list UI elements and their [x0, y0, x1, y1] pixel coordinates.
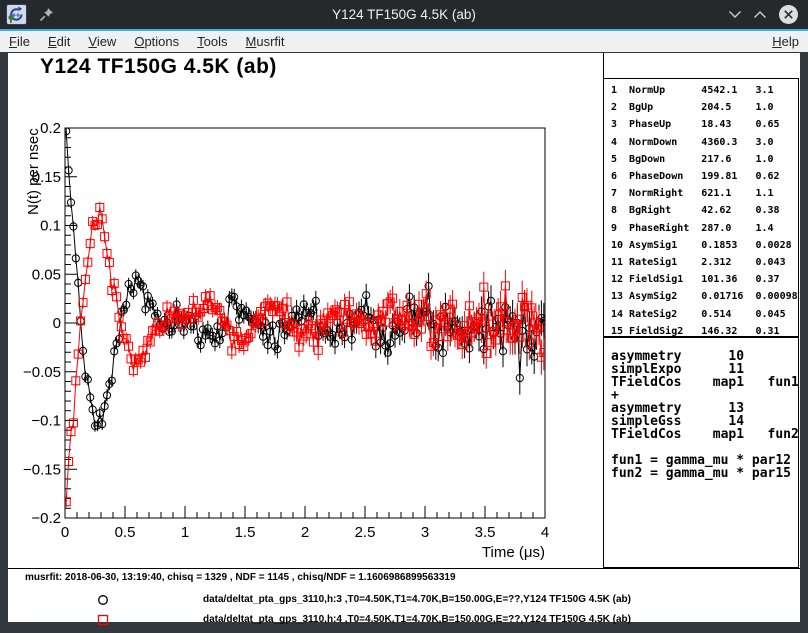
param-row: 5 BgDown 217.6 1.0	[611, 151, 798, 168]
menu-item-options[interactable]: Options	[125, 33, 188, 50]
y-tick-label: 0.1	[40, 218, 61, 235]
x-tick-label: 0	[61, 524, 69, 541]
param-row: 2 BgUp 204.5 1.0	[611, 99, 798, 116]
x-tick-label: 2.5	[355, 524, 376, 541]
legend-marker-square	[95, 612, 111, 628]
x-tick-label: 3.5	[475, 524, 496, 541]
param-row: 12 FieldSig1 101.36 0.37	[611, 271, 798, 288]
param-row: 11 RateSig1 2.312 0.043	[611, 254, 798, 271]
maximize-icon[interactable]	[753, 10, 767, 19]
plot-area: 00.511.522.533.540.20.150.10.050−0.05−0.…	[8, 53, 603, 568]
menu-item-file[interactable]: File	[0, 33, 39, 50]
fit-parameter-table: 1 NormUp 4542.1 3.12 BgUp 204.5 1.03 Pha…	[603, 78, 799, 337]
theory-line: TFieldCos map1 fun2	[611, 428, 798, 441]
x-tick-label: 4	[541, 524, 549, 541]
param-row: 7 NormRight 621.1 1.1	[611, 185, 798, 202]
menu-item-edit[interactable]: Edit	[39, 33, 79, 50]
x-tick-label: 1	[181, 524, 189, 541]
param-row: 4 NormDown 4360.3 3.0	[611, 134, 798, 151]
legend-item: data/deltat_pta_gps_3110,h:4 ,T0=4.50K,T…	[8, 612, 800, 628]
theory-line: fun2 = gamma_mu * par15	[611, 467, 798, 480]
legend-marker-circle	[95, 592, 111, 608]
pin-icon[interactable]	[39, 7, 54, 22]
x-tick-label: 0.5	[115, 524, 136, 541]
param-row: 8 BgRight 42.62 0.38	[611, 202, 798, 219]
x-tick-label: 2	[301, 524, 309, 541]
application-window: ++ Y124 TF150G 4.5K (ab) FileEditViewOpt…	[0, 0, 808, 633]
data-series-h4	[62, 202, 548, 508]
param-row: 10 AsymSig1 0.1853 0.0028	[611, 237, 798, 254]
y-tick-label: 0.2	[40, 120, 61, 137]
window-frame: Y124 TF150G 4.5K (ab) 00.511.522.533.540…	[0, 52, 808, 633]
x-axis-label: Time (μs)	[482, 544, 545, 561]
y-tick-label: −0.2	[31, 510, 61, 527]
param-row: 13 AsymSig2 0.01716 0.00098	[611, 288, 798, 305]
y-tick-label: −0.1	[31, 413, 61, 430]
minimize-icon[interactable]	[728, 10, 742, 19]
y-tick-label: 0	[53, 315, 61, 332]
data-series-h3	[63, 126, 548, 432]
titlebar[interactable]: ++ Y124 TF150G 4.5K (ab)	[0, 0, 808, 29]
status-pad-divider	[8, 568, 800, 569]
param-row: 14 RateSig2 0.514 0.045	[611, 306, 798, 323]
x-tick-label: 3	[421, 524, 429, 541]
param-row: 6 PhaseDown 199.81 0.62	[611, 168, 798, 185]
param-row: 1 NormUp 4542.1 3.1	[611, 82, 798, 99]
window-title: Y124 TF150G 4.5K (ab)	[0, 7, 808, 22]
status-line: musrfit: 2018-06-30, 13:19:40, chisq = 1…	[25, 572, 456, 583]
menu-item-help[interactable]: Help	[763, 33, 808, 50]
menu-item-tools[interactable]: Tools	[188, 33, 236, 50]
close-icon[interactable]	[778, 4, 799, 25]
root-canvas: Y124 TF150G 4.5K (ab) 00.511.522.533.540…	[8, 53, 800, 622]
menubar: FileEditViewOptionsToolsMusrfit Help	[0, 31, 808, 52]
legend-item: data/deltat_pta_gps_3110,h:3 ,T0=4.50K,T…	[8, 592, 800, 608]
theory-line: TFieldCos map1 fun1	[611, 376, 798, 389]
app-icon[interactable]: ++	[6, 4, 27, 25]
x-tick-label: 1.5	[235, 524, 256, 541]
y-tick-label: 0.05	[32, 266, 61, 283]
y-tick-label: −0.15	[23, 461, 61, 478]
legend-label: data/deltat_pta_gps_3110,h:3 ,T0=4.50K,T…	[203, 594, 631, 605]
error-bars	[66, 202, 544, 508]
param-row: 3 PhaseUp 18.43 0.65	[611, 116, 798, 133]
theory-block: asymmetry 10simplExpo 11TFieldCos map1 f…	[603, 337, 799, 568]
x-axis-ticks: 0 0.5 1 1.5 2 2.5 3 3.5 4	[61, 506, 549, 541]
menu-item-musrfit[interactable]: Musrfit	[237, 33, 294, 50]
y-tick-label: −0.05	[23, 364, 61, 381]
menu-item-view[interactable]: View	[79, 33, 125, 50]
param-row: 9 PhaseRight 287.0 1.4	[611, 220, 798, 237]
y-axis-label: N(t) per nsec	[25, 128, 42, 215]
legend-label: data/deltat_pta_gps_3110,h:4 ,T0=4.50K,T…	[203, 614, 631, 625]
